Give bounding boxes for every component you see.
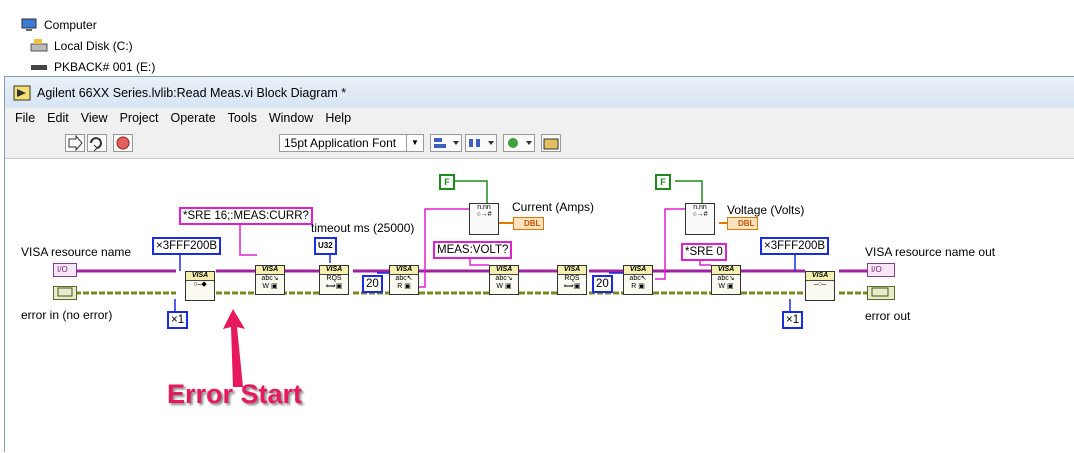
error-in-terminal[interactable] [53,286,77,300]
menu-window[interactable]: Window [269,111,313,125]
visa-resource-terminal[interactable]: I/O [53,263,77,277]
hex-constant-1[interactable]: ×3FFF200B [152,237,222,255]
constant-one-1[interactable]: ×1 [167,311,189,329]
scan-from-string-node-1[interactable]: n.nn ○→# [469,203,499,235]
tree-item-label: Local Disk (C:) [54,39,133,53]
align-icon [434,138,459,148]
menu-tools[interactable]: Tools [228,111,257,125]
timeout-control-u32[interactable]: U32 [314,237,337,255]
computer-icon [21,18,37,31]
block-diagram: VISA resource name I/O error in (no erro… [5,159,1074,452]
tree-item-local-disk[interactable]: Local Disk (C:) [30,37,133,55]
error-start-annotation: Error Start [167,379,303,409]
boolean-constant-1[interactable]: F [439,174,455,190]
boolean-constant-2[interactable]: F [655,174,671,190]
drive-icon [31,65,47,70]
constant-one-2[interactable]: ×1 [782,311,804,329]
visa-enable-event-node[interactable]: VISA ○–◆ [185,271,215,301]
run-continuously-icon [90,137,102,152]
error-cluster-icon [57,287,73,297]
menu-operate[interactable]: Operate [170,111,215,125]
error-out-label: error out [865,309,911,323]
block-diagram-window: Agilent 66XX Series.lvlib:Read Meas.vi B… [4,76,1074,452]
distribute-icon [469,139,494,147]
reorder-icon [508,138,532,148]
constant-twenty-2[interactable]: 20 [592,275,613,293]
abort-button[interactable] [113,134,133,152]
tree-item-label: Computer [44,18,97,32]
align-objects-button[interactable] [430,134,462,152]
meas-volt-string-constant[interactable]: MEAS:VOLT? [433,241,513,259]
toolbar: 15pt Application Font ▼ [5,128,1074,159]
visa-wait-rqs-node-2[interactable]: VISA RQS ⟺▣ [557,265,587,295]
stop-icon [116,136,130,150]
current-indicator[interactable]: DBL [513,217,545,230]
tree-item-label: PKBACK# 001 (E:) [54,60,156,74]
tree-item-pkback[interactable]: PKBACK# 001 (E:) [30,58,155,76]
visa-write-node-1[interactable]: VISA abc↘ W ▣ [255,265,285,295]
tree-item-computer[interactable]: Computer [20,16,97,34]
window-title: Agilent 66XX Series.lvlib:Read Meas.vi B… [37,85,347,100]
font-select-value: 15pt Application Font [284,136,397,150]
voltage-label: Voltage (Volts) [727,203,805,217]
menu-help[interactable]: Help [325,111,351,125]
distribute-objects-button[interactable] [465,134,497,152]
run-continuously-button[interactable] [87,134,107,152]
reorder-button[interactable] [503,134,535,152]
run-arrow-icon [68,134,83,152]
visa-disable-event-node[interactable]: VISA –○– [805,271,835,301]
visa-resource-out-terminal[interactable]: I/O [867,263,895,277]
visa-write-node-2[interactable]: VISA abc↘ W ▣ [489,265,519,295]
run-arrow-button[interactable] [65,134,85,152]
menu-edit[interactable]: Edit [47,111,69,125]
timeout-label: timeout ms (25000) [311,221,415,235]
error-cluster-icon [871,287,889,297]
font-select[interactable]: 15pt Application Font ▼ [279,134,424,152]
visa-wait-rqs-node-1[interactable]: VISA RQS ⟺▣ [319,265,349,295]
hex-constant-2[interactable]: ×3FFF200B [760,237,830,255]
cleanup-icon [543,138,559,150]
sre0-string-constant[interactable]: *SRE 0 [681,243,727,261]
current-label: Current (Amps) [512,200,595,214]
menu-view[interactable]: View [81,111,108,125]
error-out-terminal[interactable] [867,286,895,300]
visa-read-node-1[interactable]: VISA abc↖ R ▣ [389,265,419,295]
visa-write-node-3[interactable]: VISA abc↘ W ▣ [711,265,741,295]
menu-project[interactable]: Project [120,111,159,125]
labview-icon [13,85,31,100]
constant-twenty-1[interactable]: 20 [362,275,383,293]
scan-from-string-node-2[interactable]: n.nn ○→# [685,203,715,235]
chevron-down-icon: ▼ [406,135,423,151]
sre16-string-constant[interactable]: *SRE 16;:MEAS:CURR? [179,207,313,225]
disk-icon [30,39,48,52]
voltage-indicator[interactable]: DBL [727,217,759,230]
title-bar: Agilent 66XX Series.lvlib:Read Meas.vi B… [5,77,1074,108]
visa-read-node-2[interactable]: VISA abc↖ R ▣ [623,265,653,295]
visa-resource-name-out-label: VISA resource name out [865,245,996,259]
visa-resource-name-label: VISA resource name [21,245,132,259]
menu-file[interactable]: File [15,111,35,125]
cleanup-diagram-button[interactable] [541,134,561,152]
error-in-label: error in (no error) [21,308,113,322]
menu-bar: File Edit View Project Operate Tools Win… [5,108,1074,128]
